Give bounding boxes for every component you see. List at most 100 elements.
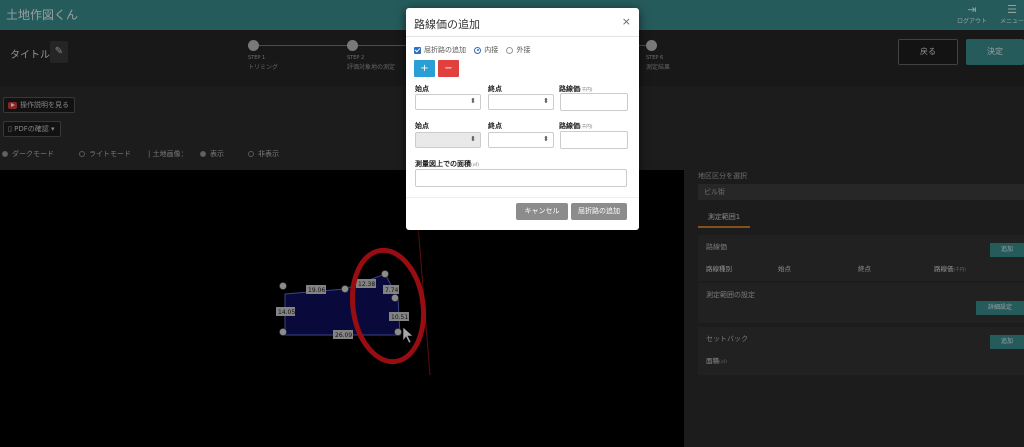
land-image-text: 土地画像： (152, 150, 188, 158)
inner-label: 内接 (484, 46, 499, 54)
detail-settings-button[interactable]: 詳細設定 (976, 301, 1024, 315)
survey-area-label: 測量図上での面積(㎡) (415, 159, 479, 169)
pencil-icon: ✎ (54, 46, 64, 57)
vertex-handle[interactable] (279, 282, 287, 290)
col-price: 路線価(千円) (934, 263, 966, 273)
radio-icon (506, 46, 514, 54)
show-radio[interactable]: 表示 (200, 149, 224, 159)
start-select-2 (415, 132, 481, 148)
dark-mode-radio[interactable]: ダークモード (2, 149, 54, 159)
price-label-2: 路線価(千円) (559, 121, 593, 131)
setback-add-button[interactable]: 追加 (990, 335, 1024, 349)
menu-label: メニュー (999, 18, 1024, 25)
land-image-label: | 土地画像： (148, 150, 188, 158)
range-settings-title: 測定範囲の設定 (706, 291, 755, 299)
outer-radio[interactable]: 外接 (506, 46, 530, 54)
vertex-handle[interactable] (341, 285, 349, 293)
confirm-button[interactable]: 決定 (966, 39, 1024, 65)
bent-road-label: 屈折路の追加 (424, 46, 466, 54)
col-start: 始点 (778, 265, 791, 273)
close-icon[interactable]: × (622, 15, 631, 28)
setback-section: セットバック 追加 面積(㎡) (698, 327, 1024, 375)
app-title: 土地作図くん (6, 8, 79, 22)
col-price-label: 路線価 (934, 265, 954, 273)
tab-measure-range-1[interactable]: 測定範囲1 (698, 206, 750, 228)
edit-title-button[interactable]: ✎ (50, 41, 68, 63)
setback-title: セットバック (706, 335, 748, 343)
hide-label: 非表示 (258, 150, 279, 158)
logout-icon: ⇥ (967, 3, 977, 16)
divider (406, 197, 639, 198)
price-unit-2: (千円) (580, 125, 593, 130)
col-road-type: 路線種別 (706, 265, 732, 273)
add-row-button[interactable]: + (414, 60, 435, 77)
edge-label: 19.06 (308, 287, 325, 294)
edge-label: 12.38 (358, 281, 375, 288)
end-select[interactable] (488, 94, 554, 110)
light-mode-radio[interactable]: ライトモード (79, 149, 131, 159)
step-6[interactable]: STEP 6 測定結果 (646, 40, 746, 71)
logout-button[interactable]: ⇥ ログアウト (952, 3, 992, 27)
step-dot (646, 40, 657, 51)
vertex-handle[interactable] (394, 328, 402, 336)
show-label: 表示 (210, 150, 224, 158)
step-name: 測定結果 (646, 64, 671, 71)
road-price-title: 路線価 (706, 243, 727, 251)
end-select-2[interactable] (488, 132, 554, 148)
vertex-handle[interactable] (391, 294, 399, 302)
option-row: 屈折路の追加 内接 外接 (414, 45, 530, 55)
edge-label: 14.05 (278, 309, 295, 316)
radio-icon (2, 151, 8, 157)
start-select[interactable] (415, 94, 481, 110)
logout-label: ログアウト (956, 18, 987, 25)
price-input[interactable] (560, 93, 628, 111)
step-dot (347, 40, 358, 51)
add-bent-road-button[interactable]: 屈折路の追加 (571, 203, 627, 220)
survey-area-input[interactable] (415, 169, 627, 187)
end-label: 終点 (488, 85, 502, 93)
edge-label: 26.09 (335, 332, 352, 339)
radio-icon (79, 151, 85, 157)
col-end: 終点 (858, 265, 871, 273)
district-select[interactable]: ビル街 (698, 184, 1024, 200)
light-mode-label: ライトモード (89, 150, 131, 158)
step-number: STEP 1 (248, 55, 266, 61)
radio-icon (200, 151, 206, 157)
start-label-2: 始点 (415, 122, 429, 130)
back-button[interactable]: 戻る (898, 39, 958, 65)
cancel-button[interactable]: キャンセル (516, 203, 568, 220)
youtube-icon (8, 101, 17, 109)
edge-label: 7.74 (385, 287, 399, 294)
hide-radio[interactable]: 非表示 (248, 149, 279, 159)
price-input-2[interactable] (560, 131, 628, 149)
col-price-unit: (千円) (953, 268, 967, 273)
dark-mode-label: ダークモード (12, 150, 54, 158)
vertex-handle[interactable] (381, 270, 389, 278)
divider (406, 36, 639, 37)
remove-row-button[interactable]: − (438, 60, 459, 77)
manual-video-button[interactable]: 操作説明を見る (3, 97, 75, 113)
setback-area-label: 面積 (706, 357, 719, 365)
edge-label: 10.51 (391, 314, 408, 321)
road-price-add-button[interactable]: 追加 (990, 243, 1024, 257)
bent-road-checkbox[interactable]: 屈折路の追加 (414, 46, 466, 54)
pdf-check-label: PDFの確認 ▾ (14, 125, 55, 133)
step-dot (248, 40, 259, 51)
document-icon: ▯ (8, 125, 12, 133)
setback-area-unit: (㎡) (719, 360, 728, 365)
end-label-2: 終点 (488, 122, 502, 130)
price-label-text: 路線価 (559, 85, 580, 93)
range-settings-section: 測定範囲の設定 詳細設定 (698, 283, 1024, 323)
land-polygon[interactable] (284, 273, 401, 336)
menu-button[interactable]: ☰ メニュー (992, 3, 1024, 27)
radio-icon (248, 151, 254, 157)
start-label: 始点 (415, 85, 429, 93)
right-panel: 地区区分を選択 ビル街 測定範囲1 路線価 追加 路線種別 始点 終点 路線価(… (684, 165, 1024, 447)
step-1[interactable]: STEP 1 トリミング (248, 40, 348, 71)
district-label: 地区区分を選択 (698, 172, 747, 180)
hamburger-icon: ☰ (1007, 3, 1017, 16)
step-number: STEP 6 (646, 55, 664, 61)
pdf-check-dropdown[interactable]: ▯ PDFの確認 ▾ (3, 121, 61, 137)
inner-radio[interactable]: 内接 (474, 46, 498, 54)
vertex-handle[interactable] (279, 328, 287, 336)
